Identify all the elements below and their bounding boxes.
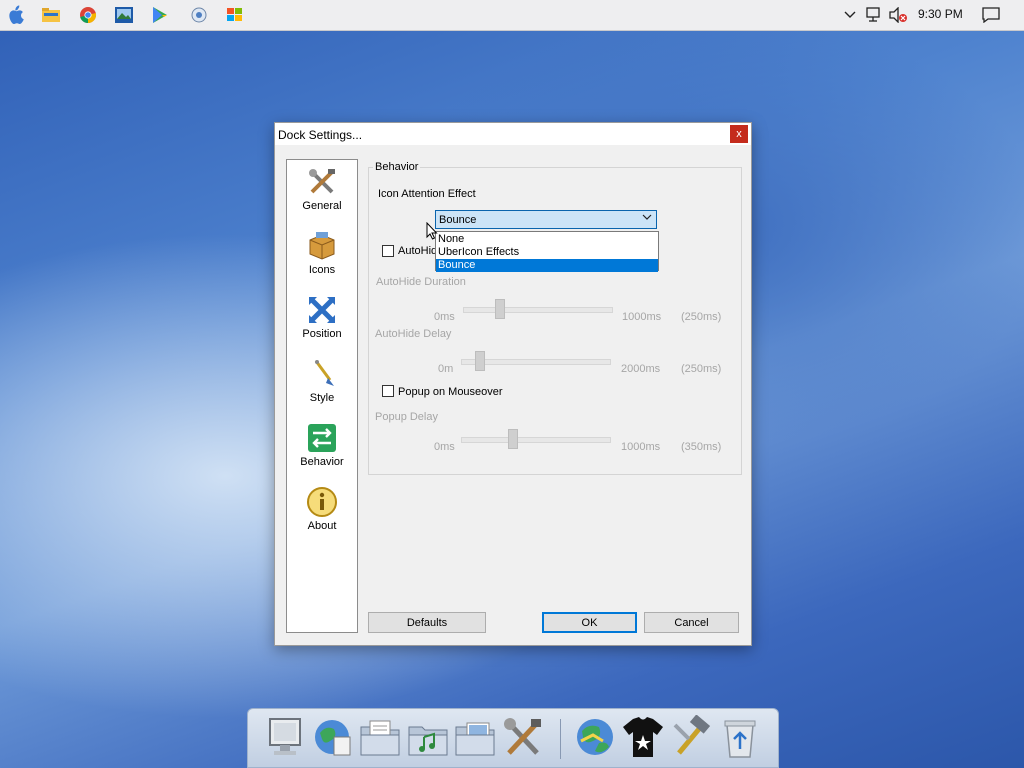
file-explorer-icon[interactable] <box>41 5 61 25</box>
sidebar-item-general[interactable]: General <box>287 162 357 222</box>
title-bar[interactable]: Dock Settings... x <box>275 123 751 145</box>
autohide-delay-label: AutoHide Delay <box>375 328 452 340</box>
popup-delay-track <box>461 437 611 443</box>
taskbar: 9:30 PM <box>0 0 1024 31</box>
autohide-delay-max: 2000ms <box>621 363 661 375</box>
defaults-label: Defaults <box>406 616 448 629</box>
attention-effect-label: Icon Attention Effect <box>378 188 476 200</box>
close-button[interactable]: x <box>730 125 748 143</box>
sidebar-item-label: Behavior <box>300 456 344 468</box>
popup-delay-min: 0ms <box>434 441 455 453</box>
folder-documents-icon[interactable] <box>358 715 402 761</box>
popup-delay-max: 1000ms <box>621 441 661 453</box>
dropdown-option-none[interactable]: None <box>436 233 658 246</box>
mouse-pointer-icon <box>426 221 438 243</box>
folder-music-icon[interactable] <box>406 715 450 761</box>
popup-checkbox[interactable] <box>382 385 394 397</box>
folder-pictures-icon[interactable] <box>453 715 497 761</box>
brush-icon <box>306 358 338 390</box>
autohide-duration-value: (250ms) <box>681 311 722 323</box>
autohide-duration-max: 1000ms <box>622 311 662 323</box>
attention-effect-dropdown: None UberIcon Effects Bounce <box>435 231 659 272</box>
autohide-duration-track <box>463 307 613 313</box>
autohide-duration-min: 0ms <box>434 311 455 323</box>
dropdown-option-bounce[interactable]: Bounce <box>436 259 658 272</box>
chevron-down-icon <box>642 213 652 224</box>
dialog-title: Dock Settings... <box>278 128 363 142</box>
globe-icon[interactable] <box>573 715 617 761</box>
clock[interactable]: 9:30 PM <box>918 7 963 21</box>
tools-icon <box>306 166 338 198</box>
chevron-up-icon[interactable] <box>840 5 860 25</box>
settings-sidebar: General Icons Position Style Behavior Ab… <box>286 159 358 633</box>
tshirt-icon[interactable] <box>621 715 665 761</box>
popup-delay-value: (350ms) <box>681 441 722 453</box>
sidebar-item-about[interactable]: About <box>287 482 357 542</box>
select-value: Bounce <box>439 214 477 226</box>
box-icon <box>306 230 338 262</box>
switch-arrows-icon <box>306 422 338 454</box>
autohide-delay-value: (250ms) <box>681 363 722 375</box>
chrome-icon[interactable] <box>78 5 98 25</box>
popup-delay-label: Popup Delay <box>375 411 438 423</box>
recycle-bin-icon[interactable] <box>718 715 762 761</box>
dock-bar <box>247 708 779 768</box>
dropdown-option-ubericon-effects[interactable]: UberIcon Effects <box>436 246 658 259</box>
autohide-duration-label: AutoHide Duration <box>376 276 466 288</box>
autohide-delay-min: 0m <box>438 363 454 375</box>
windows-icon[interactable] <box>225 5 245 25</box>
dock-settings-dialog: Dock Settings... x General Icons Positio… <box>274 122 752 646</box>
sidebar-item-style[interactable]: Style <box>287 354 357 414</box>
sidebar-item-behavior[interactable]: Behavior <box>287 418 357 478</box>
group-title: Behavior <box>373 161 421 173</box>
apple-icon[interactable] <box>5 5 25 25</box>
maintenance-icon[interactable] <box>189 5 209 25</box>
autohide-delay-slider[interactable] <box>474 351 485 371</box>
defaults-button[interactable]: Defaults <box>368 612 486 633</box>
info-icon <box>306 486 338 518</box>
sidebar-item-position[interactable]: Position <box>287 290 357 350</box>
globe-icon[interactable] <box>310 715 354 761</box>
ok-label: OK <box>581 616 598 629</box>
tools-icon[interactable] <box>501 715 545 761</box>
sidebar-item-label: General <box>302 200 342 212</box>
hammer-icon[interactable] <box>669 714 713 761</box>
sidebar-item-icons[interactable]: Icons <box>287 226 357 286</box>
attention-effect-select[interactable]: Bounce <box>435 210 657 229</box>
sidebar-item-label: Icons <box>308 264 336 276</box>
dock-separator <box>560 719 561 759</box>
close-icon: x <box>736 128 742 140</box>
sidebar-item-label: Position <box>302 328 342 340</box>
ok-button[interactable]: OK <box>542 612 637 633</box>
play-store-icon[interactable] <box>150 5 170 25</box>
notification-icon[interactable] <box>981 5 1001 25</box>
autohide-label: AutoHid <box>398 245 438 257</box>
autohide-checkbox[interactable] <box>382 245 394 257</box>
cancel-button[interactable]: Cancel <box>644 612 739 633</box>
sidebar-item-label: About <box>307 520 337 532</box>
arrows-icon <box>306 294 338 326</box>
sidebar-item-label: Style <box>309 392 335 404</box>
monitor-icon[interactable] <box>264 715 308 761</box>
autohide-duration-slider[interactable] <box>495 299 505 319</box>
network-icon[interactable] <box>863 5 883 25</box>
popup-delay-slider[interactable] <box>507 429 518 449</box>
popup-label: Popup on Mouseover <box>398 386 503 398</box>
cancel-label: Cancel <box>674 616 709 629</box>
speaker-muted-icon[interactable] <box>888 5 908 25</box>
photo-viewer-icon[interactable] <box>114 5 134 25</box>
